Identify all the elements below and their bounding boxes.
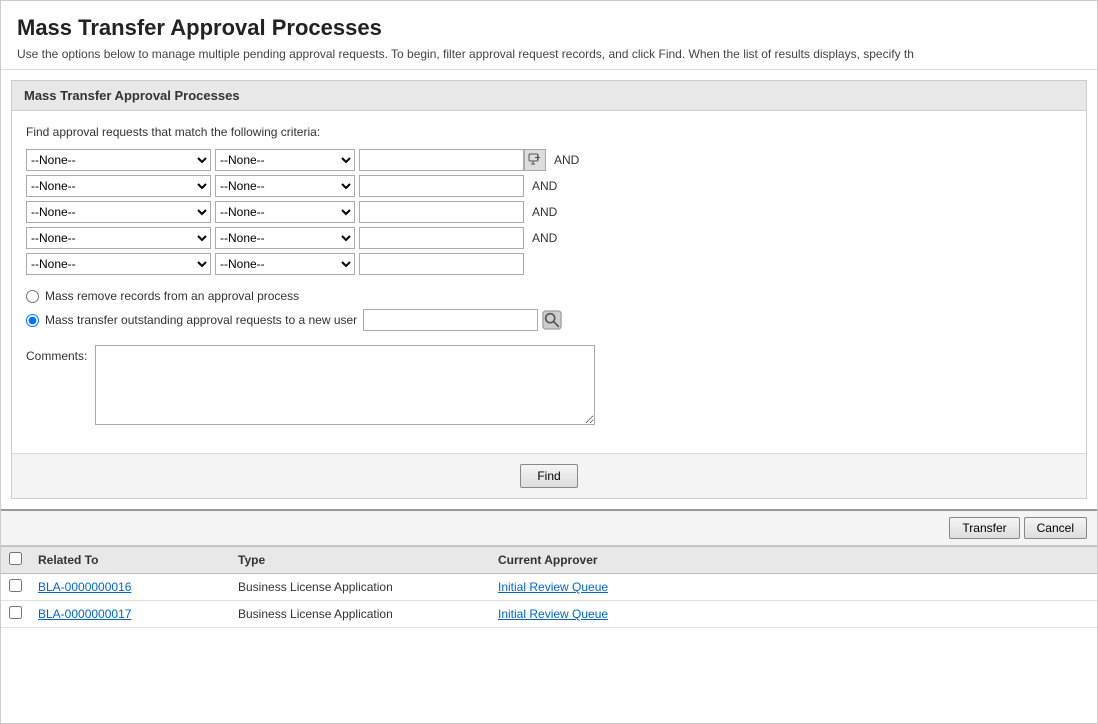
comments-textarea[interactable] [95, 345, 595, 425]
find-button[interactable]: Find [520, 464, 577, 488]
filter-row: --None-- --None-- [26, 253, 1072, 275]
value-field-2[interactable] [359, 175, 524, 197]
value-input-2 [359, 175, 524, 197]
row-related-to-0: BLA-0000000016 [30, 574, 230, 601]
value-field-1[interactable] [359, 149, 524, 171]
value-input-5 [359, 253, 524, 275]
row-approver-1: Initial Review Queue [490, 601, 1097, 628]
table-row: BLA-0000000017 Business License Applicat… [1, 601, 1097, 628]
table-row: BLA-0000000016 Business License Applicat… [1, 574, 1097, 601]
and-label-2: AND [532, 179, 557, 193]
value-field-4[interactable] [359, 227, 524, 249]
transfer-radio[interactable] [26, 314, 39, 327]
results-section: Transfer Cancel Related To Type Current … [1, 509, 1097, 628]
header-checkbox-cell [1, 547, 30, 574]
header-related-to: Related To [30, 547, 230, 574]
find-section: Find [12, 453, 1086, 498]
filter-rows: --None-- --None-- [26, 149, 1072, 275]
value-input-3 [359, 201, 524, 223]
option-remove-row: Mass remove records from an approval pro… [26, 289, 1072, 303]
criteria-label: Find approval requests that match the fo… [26, 125, 1072, 139]
results-toolbar: Transfer Cancel [1, 511, 1097, 546]
value-input-1 [359, 149, 546, 171]
and-label-4: AND [532, 231, 557, 245]
value-input-4 [359, 227, 524, 249]
operator-select-1[interactable]: --None-- [215, 149, 355, 171]
page-wrapper: Mass Transfer Approval Processes Use the… [0, 0, 1098, 724]
and-label-3: AND [532, 205, 557, 219]
field-select-4[interactable]: --None-- [26, 227, 211, 249]
remove-radio[interactable] [26, 290, 39, 303]
user-search-button[interactable] [542, 310, 562, 330]
row-checkbox-1[interactable] [9, 606, 22, 619]
section-header: Mass Transfer Approval Processes [12, 81, 1086, 111]
transfer-label[interactable]: Mass transfer outstanding approval reque… [45, 313, 357, 327]
filter-row: --None-- --None-- [26, 149, 1072, 171]
field-select-5[interactable]: --None-- [26, 253, 211, 275]
lookup-button-1[interactable] [524, 149, 546, 171]
and-label-1: AND [554, 153, 579, 167]
operator-select-5[interactable]: --None-- [215, 253, 355, 275]
user-search-icon [542, 310, 562, 330]
remove-label[interactable]: Mass remove records from an approval pro… [45, 289, 299, 303]
approver-link-0[interactable]: Initial Review Queue [498, 580, 608, 594]
related-to-link-1[interactable]: BLA-0000000017 [38, 607, 131, 621]
transfer-button[interactable]: Transfer [949, 517, 1019, 539]
section-body: Find approval requests that match the fo… [12, 111, 1086, 453]
filter-row: --None-- --None-- AND [26, 175, 1072, 197]
related-to-link-0[interactable]: BLA-0000000016 [38, 580, 131, 594]
options-section: Mass remove records from an approval pro… [26, 289, 1072, 331]
filter-row: --None-- --None-- AND [26, 201, 1072, 223]
comments-section: Comments: [26, 345, 1072, 425]
field-select-1[interactable]: --None-- [26, 149, 211, 171]
row-type-0: Business License Application [230, 574, 490, 601]
main-panel: Mass Transfer Approval Processes Find ap… [11, 80, 1087, 499]
row-checkbox-cell [1, 601, 30, 628]
option-transfer-row: Mass transfer outstanding approval reque… [26, 309, 1072, 331]
page-description: Use the options below to manage multiple… [17, 47, 1081, 61]
row-approver-0: Initial Review Queue [490, 574, 1097, 601]
value-field-3[interactable] [359, 201, 524, 223]
field-select-3[interactable]: --None-- [26, 201, 211, 223]
page-header: Mass Transfer Approval Processes Use the… [1, 1, 1097, 70]
field-select-2[interactable]: --None-- [26, 175, 211, 197]
results-table: Related To Type Current Approver BLA-000… [1, 546, 1097, 628]
header-type: Type [230, 547, 490, 574]
table-header-row: Related To Type Current Approver [1, 547, 1097, 574]
row-related-to-1: BLA-0000000017 [30, 601, 230, 628]
operator-select-2[interactable]: --None-- [215, 175, 355, 197]
row-type-1: Business License Application [230, 601, 490, 628]
operator-select-3[interactable]: --None-- [215, 201, 355, 223]
row-checkbox-cell [1, 574, 30, 601]
select-all-checkbox[interactable] [9, 552, 22, 565]
row-checkbox-0[interactable] [9, 579, 22, 592]
approver-link-1[interactable]: Initial Review Queue [498, 607, 608, 621]
filter-row: --None-- --None-- AND [26, 227, 1072, 249]
new-user-input[interactable] [363, 309, 538, 331]
header-current-approver: Current Approver [490, 547, 1097, 574]
value-field-5[interactable] [359, 253, 524, 275]
lookup-icon-1 [528, 153, 542, 167]
comments-label: Comments: [26, 345, 87, 363]
operator-select-4[interactable]: --None-- [215, 227, 355, 249]
user-input-wrap [363, 309, 562, 331]
page-title: Mass Transfer Approval Processes [17, 15, 1081, 41]
cancel-button[interactable]: Cancel [1024, 517, 1087, 539]
